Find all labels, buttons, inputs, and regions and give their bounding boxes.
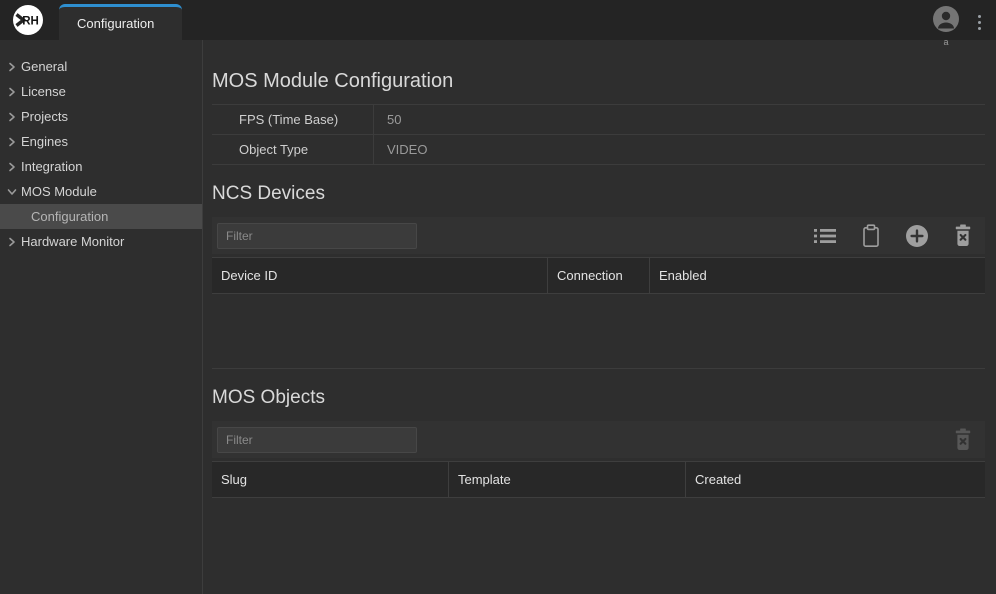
sidebar-nav: General License Projects Engines Integra… <box>0 40 203 594</box>
chevron-right-icon <box>7 237 17 247</box>
chevron-right-icon <box>7 112 17 122</box>
config-value-object-type[interactable]: VIDEO <box>374 135 427 164</box>
sidebar-item-integration[interactable]: Integration <box>0 154 202 179</box>
rh-logo-icon: RH <box>13 5 43 35</box>
mos-objects-toolbar-icons <box>951 428 975 452</box>
delete-icon[interactable] <box>951 224 975 248</box>
config-row-fps: FPS (Time Base) 50 <box>212 105 985 135</box>
mos-objects-header-row: Slug Template Created <box>212 461 985 498</box>
mos-objects-filter-input[interactable] <box>217 427 417 453</box>
user-name-label: a <box>943 38 948 47</box>
svg-text:RH: RH <box>22 16 39 28</box>
chevron-down-icon <box>7 187 17 197</box>
paste-icon[interactable] <box>859 224 883 248</box>
user-avatar-icon <box>933 6 959 37</box>
user-menu[interactable]: a <box>930 6 962 47</box>
config-value-fps[interactable]: 50 <box>374 105 401 134</box>
column-header-device-id[interactable]: Device ID <box>212 258 548 293</box>
delete-icon[interactable] <box>951 428 975 452</box>
add-icon[interactable] <box>905 224 929 248</box>
chevron-right-icon <box>7 87 17 97</box>
sidebar-item-engines[interactable]: Engines <box>0 129 202 154</box>
tab-label: Configuration <box>77 16 154 31</box>
sidebar-item-mos-module[interactable]: MOS Module <box>0 179 202 204</box>
sidebar-item-label: License <box>21 84 66 99</box>
ncs-devices-table-body <box>212 294 985 369</box>
chevron-right-icon <box>7 137 17 147</box>
mos-objects-toolbar <box>212 421 985 458</box>
ncs-devices-toolbar <box>212 217 985 254</box>
sidebar-item-general[interactable]: General <box>0 54 202 79</box>
ncs-devices-header-row: Device ID Connection Enabled <box>212 257 985 294</box>
column-header-enabled[interactable]: Enabled <box>650 258 985 293</box>
main-content: MOS Module Configuration FPS (Time Base)… <box>203 40 996 594</box>
app-window: RH Configuration a <box>0 0 996 594</box>
sidebar-item-license[interactable]: License <box>0 79 202 104</box>
sidebar-item-label: MOS Module <box>21 184 97 199</box>
topbar-right: a <box>930 0 988 40</box>
top-bar: RH Configuration a <box>0 0 996 40</box>
column-header-slug[interactable]: Slug <box>212 462 449 497</box>
chevron-right-icon <box>7 162 17 172</box>
sidebar-item-label: Hardware Monitor <box>21 234 124 249</box>
column-header-template[interactable]: Template <box>449 462 686 497</box>
config-label: Object Type <box>212 135 374 164</box>
tab-configuration[interactable]: Configuration <box>59 4 182 40</box>
sidebar-item-label: Projects <box>21 109 68 124</box>
sidebar-item-configuration[interactable]: Configuration <box>0 204 202 229</box>
chevron-right-icon <box>7 62 17 72</box>
mos-objects-title: MOS Objects <box>212 385 985 410</box>
sidebar-item-label: General <box>21 59 67 74</box>
kebab-menu-icon[interactable] <box>970 8 988 36</box>
body-row: General License Projects Engines Integra… <box>0 40 996 594</box>
ncs-devices-filter-input[interactable] <box>217 223 417 249</box>
sidebar-item-label: Integration <box>21 159 82 174</box>
config-label: FPS (Time Base) <box>212 105 374 134</box>
ncs-devices-toolbar-icons <box>813 224 975 248</box>
ncs-devices-title: NCS Devices <box>212 181 985 206</box>
module-config-table: FPS (Time Base) 50 Object Type VIDEO <box>212 104 985 165</box>
page-title: MOS Module Configuration <box>212 68 985 95</box>
column-header-created[interactable]: Created <box>686 462 985 497</box>
config-row-object-type: Object Type VIDEO <box>212 135 985 165</box>
sidebar-item-projects[interactable]: Projects <box>0 104 202 129</box>
sidebar-item-label: Engines <box>21 134 68 149</box>
sidebar-item-hardware-monitor[interactable]: Hardware Monitor <box>0 229 202 254</box>
mos-objects-table-body <box>212 498 985 594</box>
list-icon[interactable] <box>813 224 837 248</box>
sidebar-item-label: Configuration <box>31 209 108 224</box>
column-header-connection[interactable]: Connection <box>548 258 650 293</box>
